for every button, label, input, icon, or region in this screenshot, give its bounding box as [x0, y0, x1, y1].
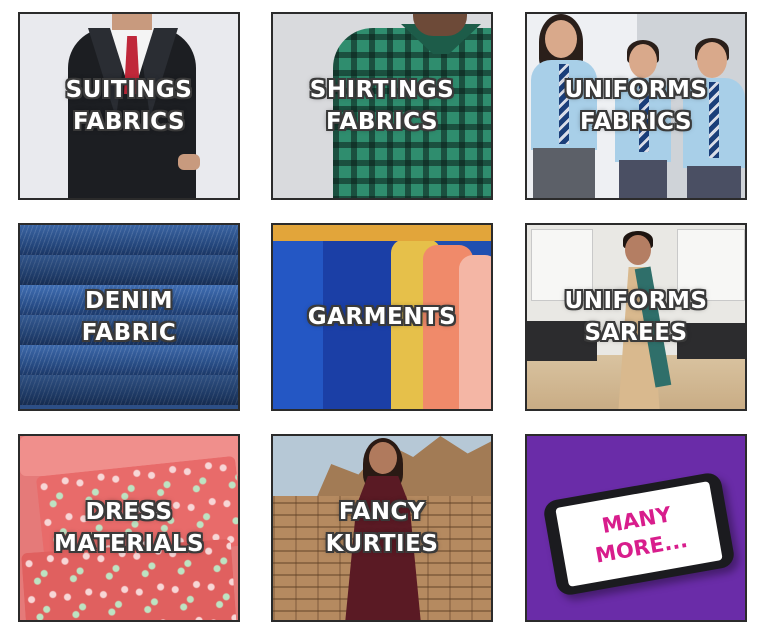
embroidered-fabric [21, 538, 237, 620]
student-pants [687, 166, 741, 198]
phone-screen: MANY MORE... [555, 481, 723, 587]
denim-fold [20, 345, 238, 375]
tile-suitings-fabrics[interactable]: SUITINGS FABRICS [18, 12, 240, 200]
tile-uniforms-fabrics[interactable]: UNIFORMS FABRICS [525, 12, 747, 200]
tile-fancy-kurties[interactable]: FANCY KURTIES [271, 434, 493, 622]
denim-fold [20, 255, 238, 285]
model-neck [112, 14, 152, 30]
office-desk [677, 323, 745, 359]
student-skirt [533, 148, 595, 198]
model-hand [178, 154, 200, 170]
striped-tie [709, 82, 719, 158]
hanger-rail [273, 225, 491, 241]
student-face [545, 20, 577, 58]
model-face [625, 235, 651, 265]
tile-shirtings-fabrics[interactable]: SHIRTINGS FABRICS [271, 12, 493, 200]
student-face [697, 42, 727, 78]
tile-uniforms-sarees[interactable]: UNIFORMS SAREES [525, 223, 747, 411]
office-window [677, 229, 745, 301]
denim-fold [20, 225, 238, 255]
tile-many-more[interactable]: MANY MORE... [525, 434, 747, 622]
denim-fold [20, 375, 238, 405]
denim-fold [20, 315, 238, 345]
striped-tie [639, 82, 649, 152]
tile-dress-materials[interactable]: DRESS MATERIALS [18, 434, 240, 622]
smartphone-icon: MANY MORE... [542, 471, 736, 597]
office-desk [527, 321, 597, 361]
student-pants [619, 160, 667, 198]
denim-fold [20, 285, 238, 315]
student-face [629, 44, 657, 78]
tile-garments[interactable]: GARMENTS [271, 223, 493, 411]
office-window [531, 229, 593, 301]
striped-tie [559, 64, 569, 144]
hanging-garment [459, 255, 491, 409]
checked-shirt-photo [333, 28, 491, 198]
tile-denim-fabric[interactable]: DENIM FABRIC [18, 223, 240, 411]
model-face [369, 442, 397, 474]
